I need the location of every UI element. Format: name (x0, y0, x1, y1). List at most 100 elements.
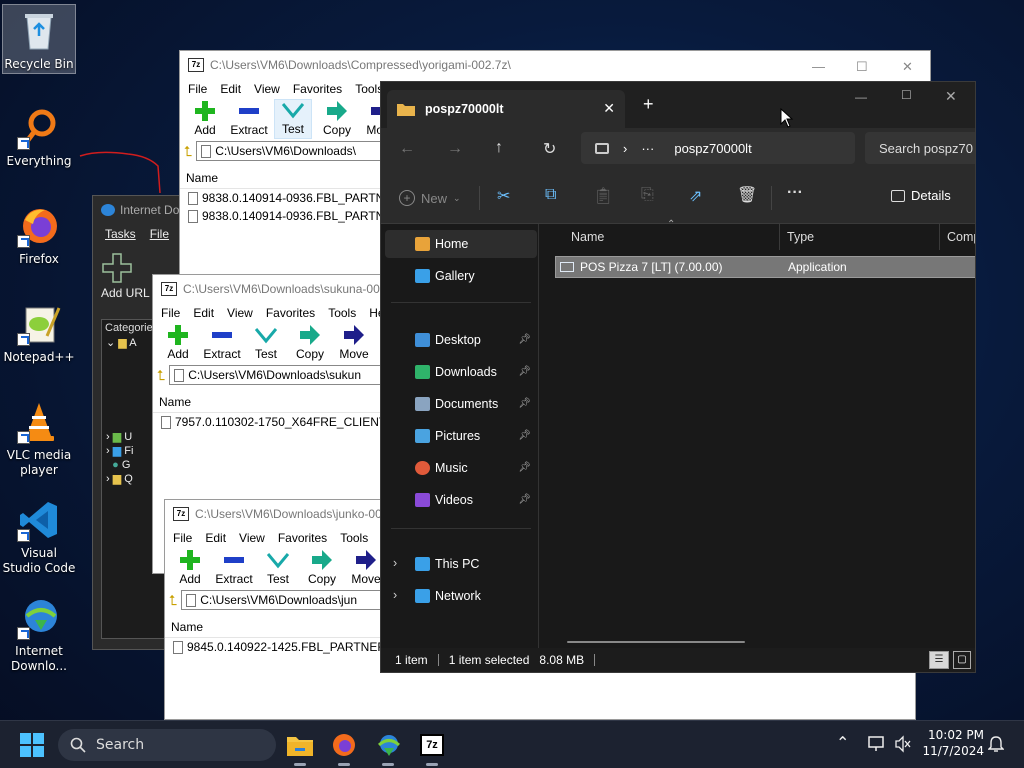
refresh-icon[interactable]: ↻ (543, 139, 556, 159)
search-input[interactable]: Search pospz70 (865, 132, 975, 164)
desktop-icon-everything[interactable]: Everything (2, 106, 76, 169)
desktop-icon-notepadpp[interactable]: Notepad++ (2, 302, 76, 365)
expand-chevron-icon[interactable]: › (393, 588, 397, 602)
idm-menu-tasks[interactable]: Tasks (105, 227, 136, 241)
more-options-icon[interactable]: ··· (787, 184, 803, 202)
share-icon[interactable]: ⇗ (689, 186, 702, 206)
new-button[interactable]: + New ⌄ (399, 190, 461, 206)
sidebar-item-desktop[interactable]: Desktop 📌︎ (385, 326, 537, 354)
menu-favorites[interactable]: Favorites (266, 306, 315, 320)
idm-menu-file[interactable]: File (150, 227, 169, 241)
copy-button[interactable]: Copy (303, 548, 341, 588)
tiles-view-toggle[interactable]: ▢ (953, 651, 971, 669)
new-tab-icon[interactable]: + (643, 94, 654, 115)
up-folder-icon[interactable]: ⮤ (169, 592, 177, 609)
close-icon[interactable]: ✕ (902, 59, 913, 75)
maximize-icon[interactable]: ☐ (856, 59, 868, 75)
copy-icon[interactable]: ⧉ (545, 186, 556, 204)
minimize-icon[interactable]: — (855, 90, 867, 104)
taskbar-firefox[interactable] (328, 729, 360, 766)
sidebar-item-gallery[interactable]: Gallery (385, 262, 537, 290)
menu-view[interactable]: View (227, 306, 253, 320)
sidebar-item-videos[interactable]: Videos 📌︎ (385, 486, 537, 514)
sidebar-item-pictures[interactable]: Pictures 📌︎ (385, 422, 537, 450)
up-folder-icon[interactable]: ⮤ (157, 367, 165, 384)
desktop-icon-vscode[interactable]: Visual Studio Code (2, 498, 76, 576)
start-button[interactable] (16, 729, 48, 761)
extract-button[interactable]: Extract (215, 548, 253, 588)
menu-edit[interactable]: Edit (193, 306, 214, 320)
chevron-up-icon[interactable]: ⌃ (836, 733, 849, 752)
menu-edit[interactable]: Edit (205, 531, 226, 545)
taskbar-7zip[interactable]: 7z (416, 729, 448, 766)
menu-file[interactable]: File (188, 82, 207, 96)
rename-icon[interactable]: ⎘ (641, 186, 654, 204)
maximize-icon[interactable]: ☐ (901, 88, 912, 102)
pin-icon[interactable]: 📌︎ (518, 366, 531, 377)
idm-titlebar[interactable]: Internet Do (93, 196, 191, 224)
volume-muted-icon[interactable] (894, 735, 912, 753)
sidebar-item-downloads[interactable]: Downloads 📌︎ (385, 358, 537, 386)
forward-icon[interactable]: → (447, 140, 463, 158)
address-bar[interactable]: › ··· pospz70000lt (581, 132, 855, 164)
pin-icon[interactable]: 📌︎ (518, 398, 531, 409)
column-header-type[interactable]: Type (787, 230, 814, 244)
menu-favorites[interactable]: Favorites (293, 82, 342, 96)
menu-tools[interactable]: Tools (340, 531, 368, 545)
test-button[interactable]: Test (274, 99, 312, 139)
menu-view[interactable]: View (239, 531, 265, 545)
paste-icon[interactable]: 📋︎ (593, 186, 613, 206)
file-explorer-window[interactable]: pospz70000lt ✕ + — ☐ ✕ ← → ↑ ↻ › ··· pos… (380, 81, 976, 673)
network-status-icon[interactable] (868, 735, 886, 753)
table-row[interactable]: POS Pizza 7 [LT] (7.00.00) Application (555, 256, 975, 278)
details-view-toggle[interactable]: ☰ (929, 651, 949, 669)
taskbar-search-box[interactable]: Search (58, 729, 276, 761)
cut-icon[interactable]: ✂ (497, 186, 510, 206)
up-icon[interactable]: ↑ (495, 139, 503, 157)
desktop-icon-firefox[interactable]: Firefox (2, 204, 76, 267)
add-button[interactable]: Add (171, 548, 209, 588)
sidebar-item-network[interactable]: › Network (385, 582, 537, 610)
clock[interactable]: 10:02 PM 11/7/2024 (918, 727, 984, 759)
notification-bell-icon[interactable] (988, 735, 1004, 753)
menu-file[interactable]: File (173, 531, 192, 545)
back-icon[interactable]: ← (399, 140, 415, 158)
sidebar-item-documents[interactable]: Documents 📌︎ (385, 390, 537, 418)
breadcrumb-more-icon[interactable]: ··· (641, 141, 654, 156)
add-button[interactable]: Add (186, 99, 224, 139)
delete-icon[interactable]: 🗑︎ (737, 185, 757, 205)
copy-button[interactable]: Copy (291, 323, 329, 363)
extract-button[interactable]: Extract (203, 323, 241, 363)
column-header-compressed[interactable]: Comp (947, 230, 975, 244)
extract-button[interactable]: Extract (230, 99, 268, 139)
desktop-icon-recycle-bin[interactable]: Recycle Bin (2, 4, 76, 74)
close-icon[interactable]: ✕ (945, 88, 957, 105)
sidebar-item-music[interactable]: Music 📌︎ (385, 454, 537, 482)
up-folder-icon[interactable]: ⮤ (184, 143, 192, 160)
menu-favorites[interactable]: Favorites (278, 531, 327, 545)
sidebar-item-home[interactable]: Home (385, 230, 537, 258)
sidebar-item-this-pc[interactable]: › This PC (385, 550, 537, 578)
column-header-name[interactable]: Name (571, 230, 604, 244)
expand-chevron-icon[interactable]: › (393, 556, 397, 570)
menu-view[interactable]: View (254, 82, 280, 96)
taskbar-idm[interactable] (372, 729, 404, 766)
desktop-icon-idm[interactable]: Internet Downlo... (2, 596, 76, 674)
menu-tools[interactable]: Tools (328, 306, 356, 320)
breadcrumb[interactable]: pospz70000lt (674, 141, 751, 156)
menu-edit[interactable]: Edit (220, 82, 241, 96)
pin-icon[interactable]: 📌︎ (518, 494, 531, 505)
test-button[interactable]: Test (259, 548, 297, 588)
details-button[interactable]: Details (891, 188, 951, 203)
add-button[interactable]: Add (159, 323, 197, 363)
horizontal-scrollbar[interactable] (567, 641, 745, 643)
menu-tools[interactable]: Tools (355, 82, 383, 96)
pin-icon[interactable]: 📌︎ (518, 430, 531, 441)
copy-button[interactable]: Copy (318, 99, 356, 139)
pin-icon[interactable]: 📌︎ (518, 462, 531, 473)
7zip-titlebar[interactable]: 7z C:\Users\VM6\Downloads\Compressed\yor… (180, 51, 930, 79)
desktop-icon-vlc[interactable]: VLC media player (2, 400, 76, 478)
test-button[interactable]: Test (247, 323, 285, 363)
pin-icon[interactable]: 📌︎ (518, 334, 531, 345)
move-button[interactable]: Move (335, 323, 373, 363)
